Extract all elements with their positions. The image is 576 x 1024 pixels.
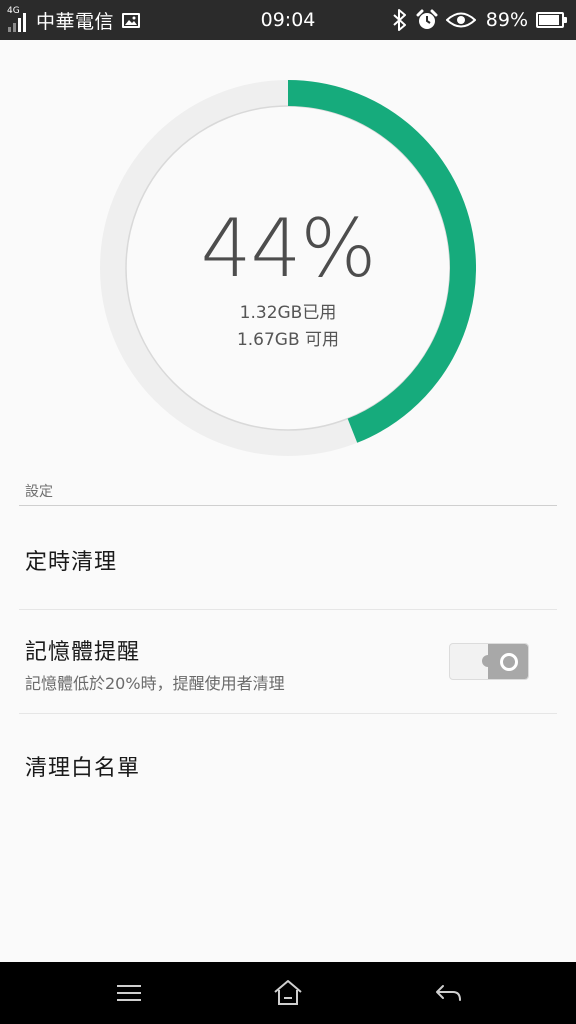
menu-icon xyxy=(117,985,141,1001)
home-icon xyxy=(274,980,302,1005)
status-bar: 4G 中華電信 09:04 89% xyxy=(0,0,576,40)
back-icon xyxy=(436,985,461,1001)
menu-button[interactable] xyxy=(111,976,147,1010)
toggle-off-icon xyxy=(500,653,518,671)
battery-percent: 89% xyxy=(485,9,528,31)
bluetooth-icon xyxy=(393,9,406,31)
memory-reminder-title: 記憶體提醒 xyxy=(25,640,141,665)
home-button[interactable] xyxy=(270,976,306,1010)
cleanup-whitelist-row[interactable]: 清理白名單 xyxy=(0,714,576,818)
memory-reminder-subtitle: 記憶體低於20%時，提醒使用者清理 xyxy=(25,674,285,693)
battery-icon xyxy=(536,12,567,28)
memory-percent: 44% xyxy=(200,202,377,295)
settings-section-header: 設定 xyxy=(25,484,53,500)
scheduled-cleanup-row[interactable]: 定時清理 xyxy=(0,506,576,610)
status-bar-right: 89% xyxy=(392,0,568,40)
memory-available: 1.67GB 可用 xyxy=(236,330,340,350)
alarm-icon xyxy=(416,9,438,29)
memory-gauge: 44% 1.32GB已用 1.67GB 可用 xyxy=(100,80,476,456)
scheduled-cleanup-title: 定時清理 xyxy=(25,550,118,575)
toggle-knob xyxy=(482,644,528,679)
navigation-bar xyxy=(0,962,576,1024)
eye-icon xyxy=(445,12,476,28)
memory-reminder-toggle[interactable] xyxy=(449,643,529,680)
battery-fill xyxy=(539,15,559,25)
back-button[interactable] xyxy=(429,976,465,1010)
memory-used: 1.32GB已用 xyxy=(239,303,337,323)
cleanup-whitelist-title: 清理白名單 xyxy=(25,756,141,781)
